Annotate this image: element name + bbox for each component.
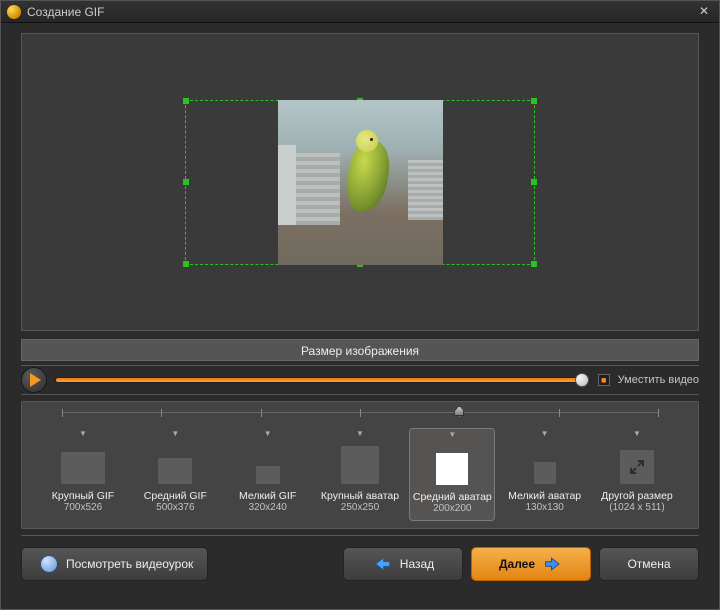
crop-handle-ne[interactable] bbox=[531, 98, 537, 104]
preset-dimensions: 130x130 bbox=[502, 502, 588, 513]
arrow-left-icon bbox=[372, 555, 392, 573]
crop-handle-se[interactable] bbox=[531, 261, 537, 267]
preset-pointer[interactable] bbox=[454, 406, 464, 416]
crop-handle-sw[interactable] bbox=[183, 261, 189, 267]
chevron-down-icon: ▼ bbox=[317, 430, 403, 438]
preset-dimensions: 250x250 bbox=[317, 502, 403, 513]
next-button[interactable]: Далее bbox=[471, 547, 591, 581]
crop-handle-w[interactable] bbox=[183, 179, 189, 185]
preset-dimensions: (1024 x 511) bbox=[594, 502, 680, 513]
footer: Посмотреть видеоурок Назад Далее Отмена bbox=[21, 535, 699, 583]
preset-dimensions: 200x200 bbox=[410, 503, 494, 514]
presets-row: ▼ Крупный GIF700x526 ▼ Средний GIF500x376 ▼ М… bbox=[22, 428, 698, 521]
cancel-button[interactable]: Отмена bbox=[599, 547, 699, 581]
chevron-down-icon: ▼ bbox=[225, 430, 311, 438]
close-icon[interactable]: ✕ bbox=[695, 3, 713, 21]
crop-handle-e[interactable] bbox=[531, 179, 537, 185]
preset-label: Крупный GIF bbox=[40, 490, 126, 502]
chevron-down-icon: ▼ bbox=[502, 430, 588, 438]
preset-option-4[interactable]: ▼ Средний аватар200x200 bbox=[409, 428, 495, 521]
titlebar: Создание GIF ✕ bbox=[1, 1, 719, 23]
preset-label: Средний GIF bbox=[132, 490, 218, 502]
window-title: Создание GIF bbox=[27, 5, 104, 19]
preset-option-0[interactable]: ▼ Крупный GIF700x526 bbox=[40, 428, 126, 521]
preset-label: Средний аватар bbox=[410, 491, 494, 503]
arrow-right-icon bbox=[543, 555, 563, 573]
preset-label: Мелкий GIF bbox=[225, 490, 311, 502]
back-label: Назад bbox=[400, 557, 434, 571]
resize-icon bbox=[628, 458, 646, 476]
chevron-down-icon: ▼ bbox=[594, 430, 680, 438]
preset-option-1[interactable]: ▼ Средний GIF500x376 bbox=[132, 428, 218, 521]
tutorial-icon bbox=[40, 555, 58, 573]
preset-label: Крупный аватар bbox=[317, 490, 403, 502]
watch-tutorial-button[interactable]: Посмотреть видеоурок bbox=[21, 547, 208, 581]
fit-video-label: Уместить видео bbox=[618, 374, 699, 386]
preset-dimensions: 320x240 bbox=[225, 502, 311, 513]
section-header-image-size: Размер изображения bbox=[21, 339, 699, 361]
next-label: Далее bbox=[499, 557, 535, 571]
preset-option-6[interactable]: ▼ Другой размер(1024 x 511) bbox=[594, 428, 680, 521]
play-icon bbox=[30, 373, 41, 387]
preset-label: Другой размер bbox=[594, 490, 680, 502]
preview-workspace bbox=[21, 33, 699, 331]
fit-video-checkbox[interactable]: ■ bbox=[598, 374, 610, 386]
preset-option-2[interactable]: ▼ Мелкий GIF320x240 bbox=[225, 428, 311, 521]
chevron-down-icon: ▼ bbox=[410, 431, 494, 439]
preset-label: Мелкий аватар bbox=[502, 490, 588, 502]
presets-panel: ▼ Крупный GIF700x526 ▼ Средний GIF500x376 ▼ М… bbox=[21, 401, 699, 529]
size-slider-row: ■ Уместить видео bbox=[21, 365, 699, 395]
preset-option-3[interactable]: ▼ Крупный аватар250x250 bbox=[317, 428, 403, 521]
cancel-label: Отмена bbox=[627, 557, 670, 571]
video-preview bbox=[278, 100, 443, 265]
play-button[interactable] bbox=[21, 367, 47, 393]
preset-dimensions: 500x376 bbox=[132, 502, 218, 513]
preset-dimensions: 700x526 bbox=[40, 502, 126, 513]
size-slider[interactable] bbox=[55, 377, 590, 383]
chevron-down-icon: ▼ bbox=[40, 430, 126, 438]
watch-tutorial-label: Посмотреть видеоурок bbox=[66, 557, 193, 571]
preset-option-5[interactable]: ▼ Мелкий аватар130x130 bbox=[502, 428, 588, 521]
size-slider-thumb[interactable] bbox=[575, 373, 589, 387]
app-icon bbox=[7, 5, 21, 19]
crop-handle-nw[interactable] bbox=[183, 98, 189, 104]
presets-ruler bbox=[62, 412, 658, 424]
crop-area[interactable] bbox=[185, 100, 535, 265]
chevron-down-icon: ▼ bbox=[132, 430, 218, 438]
back-button[interactable]: Назад bbox=[343, 547, 463, 581]
